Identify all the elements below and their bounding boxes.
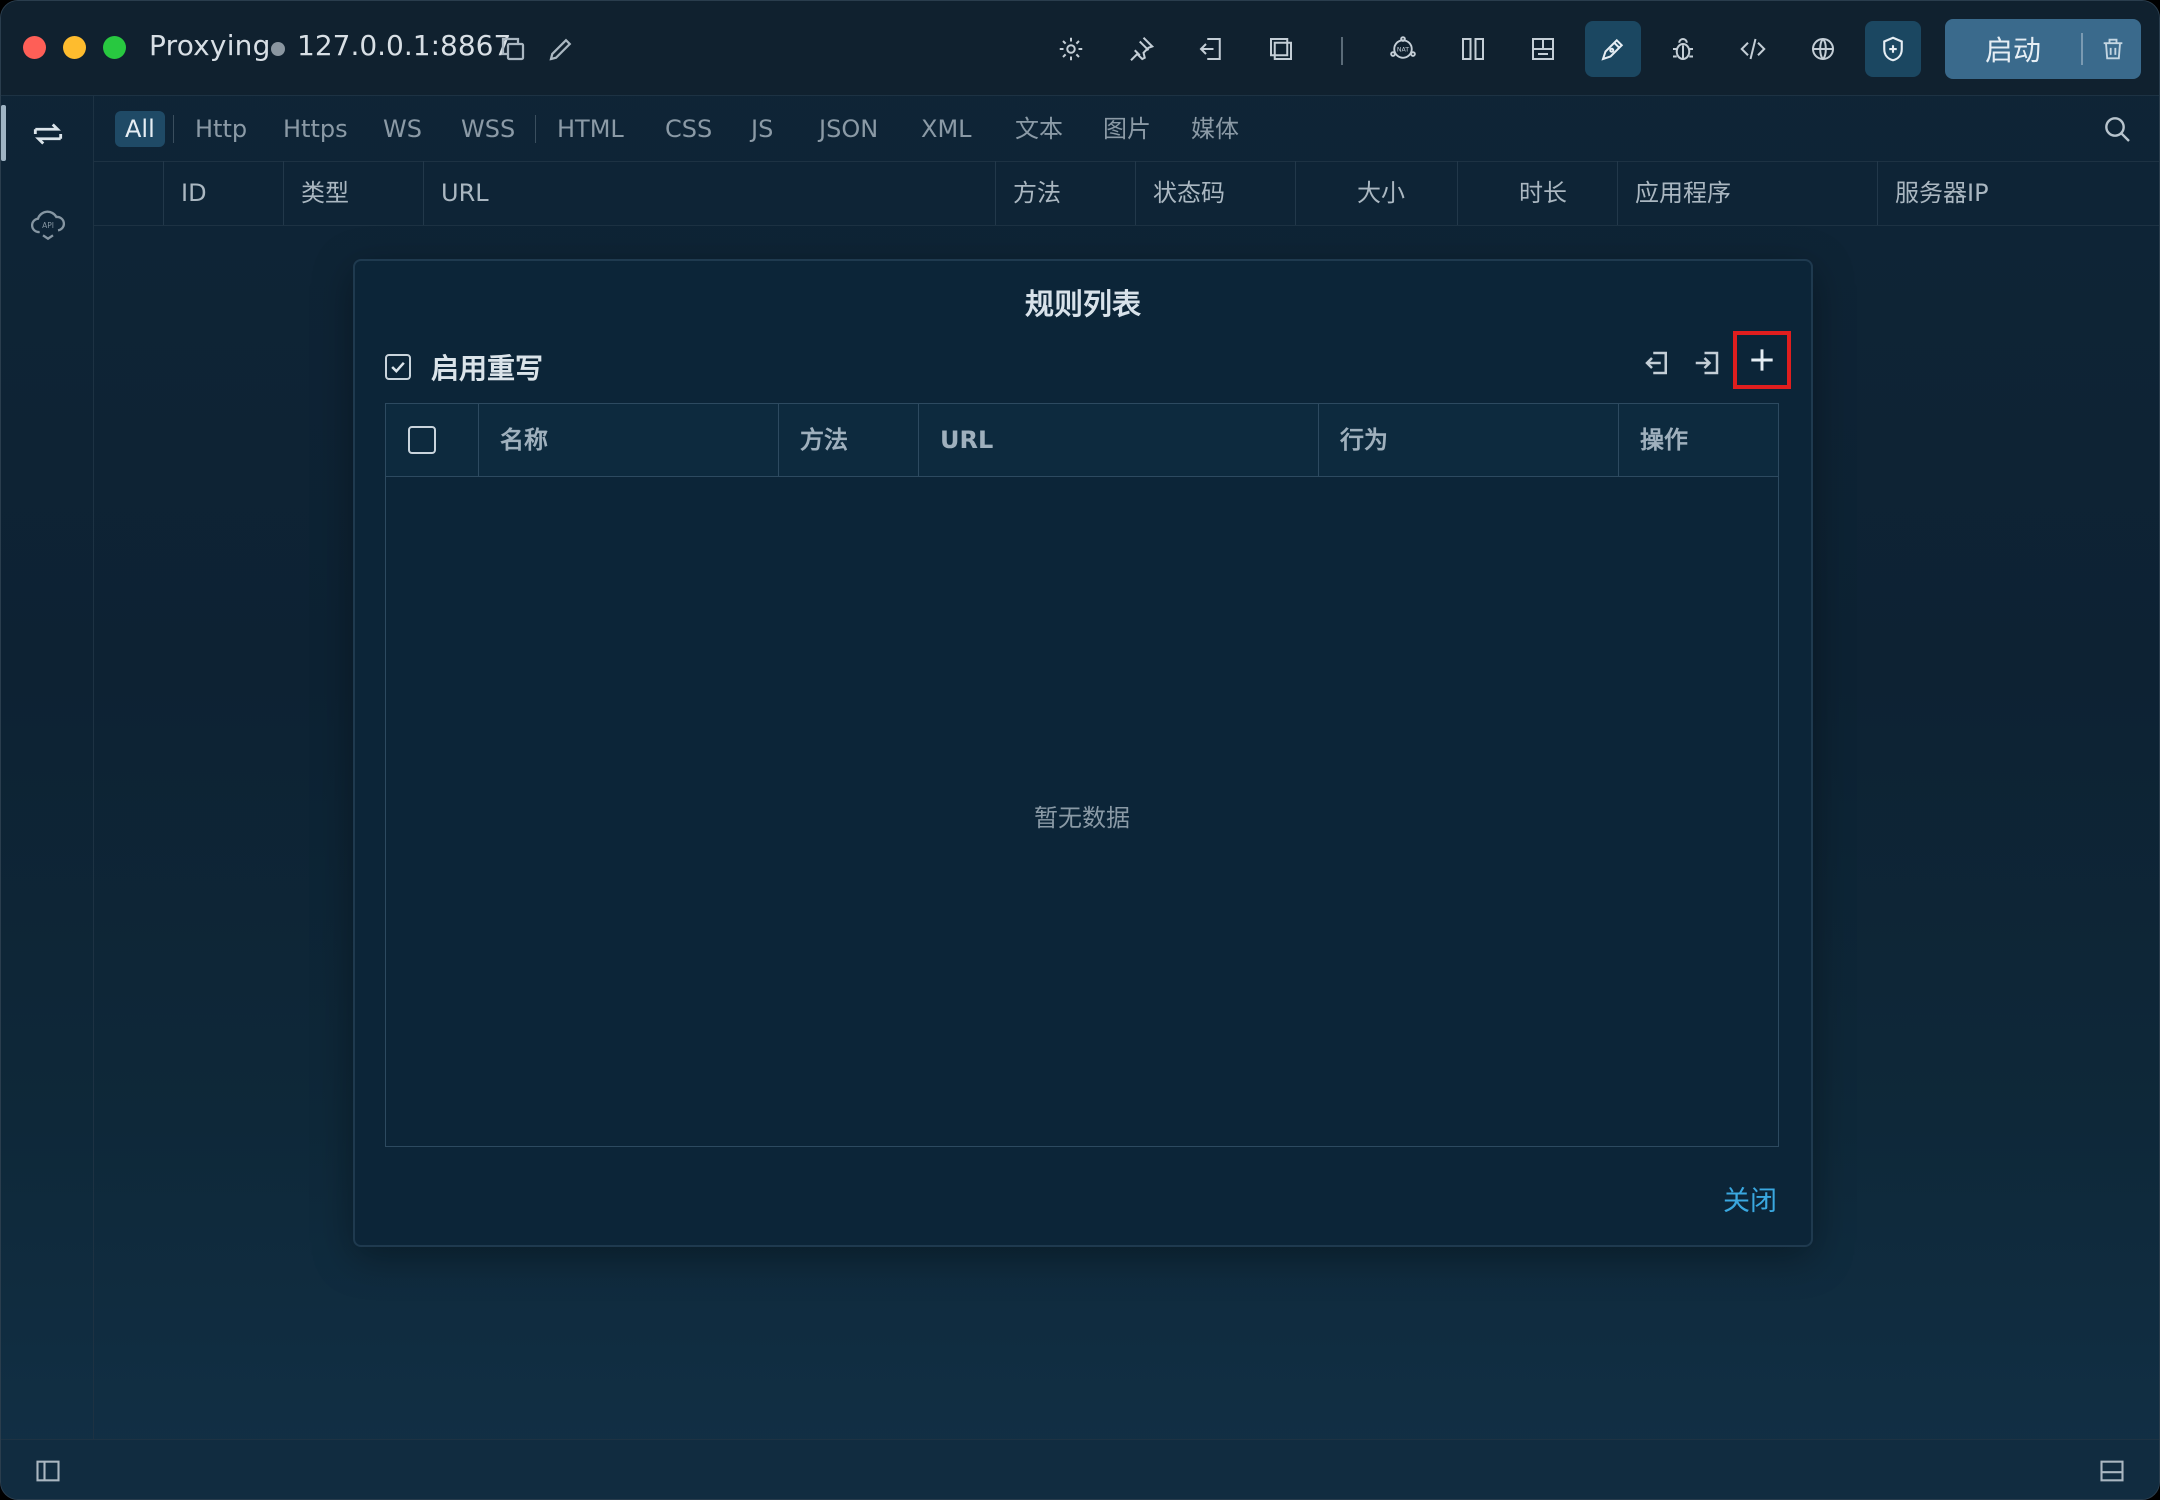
start-divider [2081,33,2083,65]
api-cloud-icon[interactable]: API [21,195,75,249]
filter-tab-json[interactable]: JSON [809,111,888,147]
rules-dialog: 规则列表 启用重写 名称 方法 URL 行为 操作 暂无数据 关闭 [353,259,1813,1247]
select-all-checkbox[interactable] [408,426,436,454]
rules-column-name: 名称 [500,426,548,454]
filter-separator [535,115,536,143]
shield-icon[interactable] [1865,21,1921,77]
exit-icon[interactable] [1183,21,1239,77]
app-window: Proxying 127.0.0.1:8867 NAT 启动 API All H… [0,0,2160,1500]
edit-icon[interactable] [541,21,581,77]
filter-tab-text[interactable]: 文本 [1005,111,1073,147]
code-icon[interactable] [1725,21,1781,77]
filter-tab-media[interactable]: 媒体 [1181,111,1249,147]
column-size[interactable]: 大小 [1357,161,1405,225]
column-method[interactable]: 方法 [1013,161,1061,225]
empty-state-text: 暂无数据 [1034,804,1130,832]
sync-icon[interactable] [21,107,75,161]
filter-tab-html[interactable]: HTML [547,111,634,147]
dialog-title: 规则列表 [1024,287,1141,321]
filter-tab-images[interactable]: 图片 [1093,111,1161,147]
start-button[interactable]: 启动 [1945,19,2081,79]
enable-rewrite-label: 启用重写 [431,352,544,385]
search-icon[interactable] [2097,109,2137,149]
filter-tab-js[interactable]: JS [741,111,783,147]
column-status-code[interactable]: 状态码 [1153,161,1225,225]
maximize-window-button[interactable] [103,36,126,59]
column-id[interactable]: ID [181,161,207,225]
sidebar-toggle-icon[interactable] [31,1454,65,1488]
start-group: 启动 [1945,19,2141,79]
column-duration[interactable]: 时长 [1519,161,1567,225]
filter-tab-ws[interactable]: WS [373,111,432,147]
copy-icon[interactable] [493,21,533,77]
enable-rewrite-toggle[interactable]: 启用重写 [385,347,543,387]
enable-rewrite-checkbox[interactable] [385,354,411,380]
request-table-header: ID 类型 URL 方法 状态码 大小 时长 应用程序 服务器IP [93,161,2159,226]
proxy-address: 127.0.0.1:8867 [297,29,512,62]
filter-tab-all[interactable]: All [115,111,165,147]
bug-icon[interactable] [1655,21,1711,77]
rules-column-method: 方法 [800,426,848,454]
bottom-status-bar [1,1439,2159,1499]
close-window-button[interactable] [23,36,46,59]
rules-table-header: 名称 方法 URL 行为 操作 [386,404,1778,477]
filter-tab-https[interactable]: Https [273,111,358,147]
nat-icon[interactable]: NAT [1375,21,1431,77]
filter-tab-http[interactable]: Http [185,111,257,147]
globe-icon[interactable] [1795,21,1851,77]
svg-text:API: API [42,221,54,230]
filter-bar: All Http Https WS WSS HTML CSS JS JSON X… [93,95,2159,162]
export-icon[interactable] [1635,341,1679,385]
layout-icon[interactable] [1515,21,1571,77]
title-bar: Proxying 127.0.0.1:8867 NAT 启动 [1,1,2159,96]
panel-toggle-icon[interactable] [2095,1454,2129,1488]
pen-icon[interactable] [1585,21,1641,77]
rules-table: 名称 方法 URL 行为 操作 暂无数据 [385,403,1779,1147]
close-dialog-button[interactable]: 关闭 [1723,1179,1777,1218]
filter-tab-css[interactable]: CSS [655,111,722,147]
minimize-window-button[interactable] [63,36,86,59]
rules-column-url: URL [940,426,994,454]
column-type[interactable]: 类型 [301,161,349,225]
column-server-ip[interactable]: 服务器IP [1895,161,1989,225]
rules-column-operations: 操作 [1640,426,1688,454]
app-title: Proxying [149,29,271,62]
status-dot [271,42,285,56]
split-icon[interactable] [1445,21,1501,77]
column-url[interactable]: URL [441,161,489,225]
import-icon[interactable] [1685,341,1729,385]
svg-text:NAT: NAT [1397,47,1409,54]
filter-tab-wss[interactable]: WSS [451,111,525,147]
trash-icon[interactable] [2085,19,2141,79]
gear-icon[interactable] [1043,21,1099,77]
copy-window-icon[interactable] [1253,21,1309,77]
rules-column-action: 行为 [1340,426,1388,454]
filter-tab-xml[interactable]: XML [911,111,982,147]
column-application[interactable]: 应用程序 [1635,161,1731,225]
filter-separator [173,115,174,143]
sidebar-active-indicator [1,105,6,161]
add-rule-button[interactable] [1733,331,1791,389]
left-sidebar: API [1,95,94,1439]
toolbar-separator [1341,37,1343,65]
pin-icon[interactable] [1113,21,1169,77]
